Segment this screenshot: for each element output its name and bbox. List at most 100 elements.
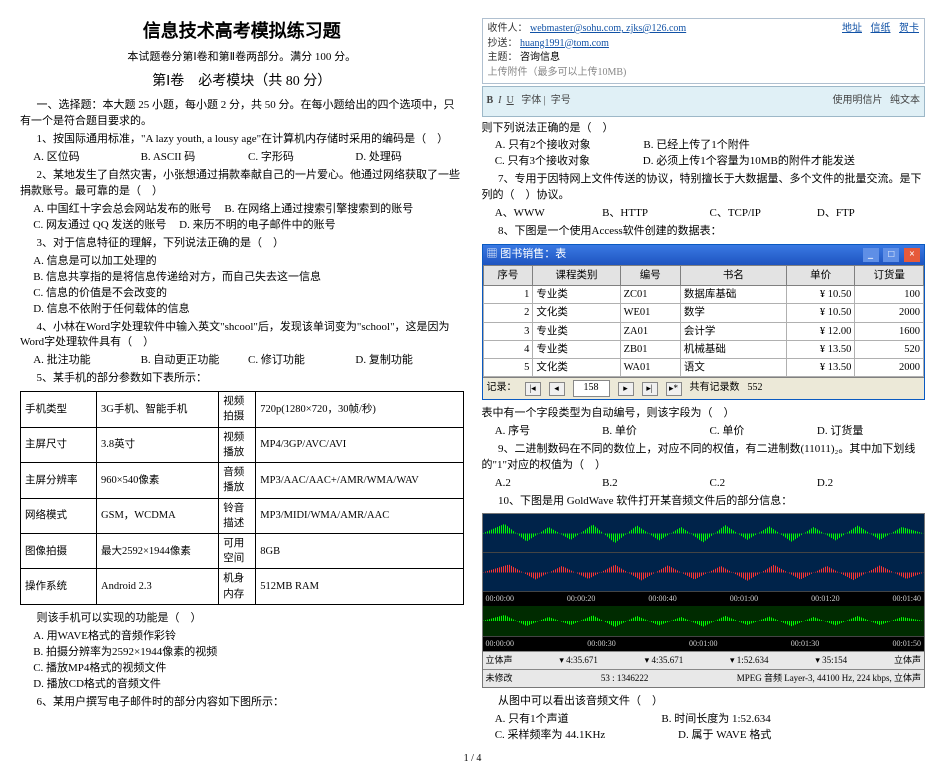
table-row: 2文化类WE01数学¥ 10.502000 (483, 304, 924, 322)
question-7: 7、专用于因特网上文件传送的协议，特别擅长于大数据量、多个文件的批量交流。是下列… (482, 172, 926, 204)
access-statusbar: 记录： |◂ ◂ 158 ▸ ▸| ▸* 共有记录数 552 (483, 377, 925, 399)
q9-opt-a: A.2 (495, 476, 590, 492)
toolbar-underline[interactable]: U (507, 95, 514, 106)
q3-opt-c: C. 信息的价值是不会改变的 (33, 286, 463, 302)
table-icon: ▦ (487, 248, 498, 260)
q6-options: A. 只有2个接收对象 B. 已经上传了1个附件 C. 只有3个接收对象 D. … (482, 138, 926, 170)
email-attach-hint[interactable]: 上传附件（最多可以上传10MB) (488, 66, 920, 81)
q7-opt-b: B、HTTP (602, 206, 697, 222)
q1-opt-a: A. 区位码 (33, 150, 128, 166)
nav-first-icon[interactable]: |◂ (525, 382, 541, 396)
record-count-label: 共有记录数 (690, 381, 740, 396)
email-cc-label: 抄送： (488, 38, 518, 49)
email-link-card[interactable]: 贺卡 (899, 23, 919, 34)
nav-prev-icon[interactable]: ◂ (549, 382, 565, 396)
email-format-toolbar: B I U 字体 | 字号 使用明信片 纯文本 (482, 86, 926, 117)
time-ruler-2: 00:00:0000:00:3000:01:0000:01:3000:01:50 (483, 637, 925, 651)
question-8: 8、下图是一个使用Access软件创建的数据表： (482, 224, 926, 240)
toolbar-bold[interactable]: B (487, 95, 494, 106)
nav-new-icon[interactable]: ▸* (666, 382, 682, 396)
q1-opt-c: C. 字形码 (248, 150, 343, 166)
q2-opt-c: C. 网友通过 QQ 发送的账号 (33, 218, 166, 234)
record-value[interactable]: 158 (573, 380, 610, 397)
question-6: 6、某用户撰写电子邮件时的部分内容如下图所示： (20, 695, 464, 711)
spec-table: 手机类型3G手机、智能手机 视频拍摄720p(1280×720，30帧/秒) 主… (20, 391, 464, 605)
section-heading: 第Ⅰ卷 必考模块（共 80 分） (20, 72, 464, 92)
q4-opt-c: C. 修订功能 (248, 353, 343, 369)
nav-next-icon[interactable]: ▸ (618, 382, 634, 396)
right-column: 收件人： webmaster@sohu.com, zjks@126.com 地址… (482, 18, 926, 744)
q3-options: A. 信息是可以加工处理的 B. 信息共享指的是将信息传递给对方，而自己失去这一… (20, 254, 464, 318)
q3-opt-b: B. 信息共享指的是将信息传递给对方，而自己失去这一信息 (33, 270, 463, 286)
q2-opt-a: A. 中国红十字会总会网站发布的账号 (33, 202, 211, 218)
email-link-paper[interactable]: 信纸 (871, 23, 891, 34)
q8-opt-a: A. 序号 (495, 424, 590, 440)
question-9: 9、二进制数码在不同的数位上，对应不同的权值，有二进制数(11011)₂。其中加… (482, 442, 926, 474)
q7-opt-d: D、FTP (817, 206, 912, 222)
toolbar-postcard[interactable]: 使用明信片 (833, 95, 883, 106)
q4-opt-d: D. 复制功能 (355, 353, 450, 369)
q10-opt-d: D. 属于 WAVE 格式 (678, 728, 771, 744)
q6-opt-d: D. 必须上传1个容量为10MB的附件才能发送 (643, 154, 855, 170)
q7-options: A、WWW B、HTTP C、TCP/IP D、FTP (482, 206, 926, 222)
table-row: 5文化类WA01语文¥ 13.502000 (483, 359, 924, 377)
access-table: 序号 课程类别 编号 书名 单价 订货量 1专业类ZC01数据库基础¥ 10.5… (483, 265, 925, 377)
table-row: 主屏尺寸3.8英寸 视频播放MP4/3GP/AVC/AVI (21, 427, 464, 462)
q2-opt-d: D. 来历不明的电子邮件中的账号 (179, 218, 335, 234)
toolbar-font[interactable]: 字体 (521, 95, 541, 106)
minimize-icon[interactable]: _ (863, 248, 879, 262)
email-cc-value[interactable]: huang1991@tom.com (520, 38, 609, 49)
maximize-icon[interactable]: □ (883, 248, 899, 262)
q6-opt-b: B. 已经上传了1个附件 (643, 138, 749, 154)
table-row: 图像拍摄最大2592×1944像素 可用空间8GB (21, 534, 464, 569)
q9-opt-c: C.2 (710, 476, 805, 492)
table-row: 1专业类ZC01数据库基础¥ 10.50100 (483, 286, 924, 304)
q7-opt-c: C、TCP/IP (710, 206, 805, 222)
toolbar-plaintext[interactable]: 纯文本 (890, 95, 920, 106)
q8-conclude: 表中有一个字段类型为自动编号，则该字段为（ ） (482, 406, 926, 422)
table-row: 手机类型3G手机、智能手机 视频拍摄720p(1280×720，30帧/秒) (21, 392, 464, 427)
q5-conclude: 则该手机可以实现的功能是（ ） (20, 611, 464, 627)
waveform-channel-2 (483, 553, 925, 592)
question-10: 10、下图是用 GoldWave 软件打开某音频文件后的部分信息： (482, 494, 926, 510)
main-title: 信息技术高考模拟练习题 (20, 18, 464, 44)
table-row: 操作系统Android 2.3 机身内存512MB RAM (21, 569, 464, 604)
toolbar-italic[interactable]: I (498, 95, 501, 106)
goldwave-statusbar-1: 立体声 ▾ 4:35.671 ▾ 4:35.671 ▾ 1:52.634 ▾ 3… (483, 651, 925, 669)
q4-options: A. 批注功能 B. 自动更正功能 C. 修订功能 D. 复制功能 (20, 353, 464, 369)
q2-opt-b: B. 在网络上通过搜索引擎搜索到的账号 (224, 202, 413, 218)
left-column: 信息技术高考模拟练习题 本试题卷分第Ⅰ卷和第Ⅱ卷两部分。满分 100 分。 第Ⅰ… (20, 18, 464, 744)
waveform-overview (483, 606, 925, 637)
email-compose-panel: 收件人： webmaster@sohu.com, zjks@126.com 地址… (482, 18, 926, 84)
page-footer: 1 / 4 (20, 752, 925, 766)
email-link-address[interactable]: 地址 (842, 23, 862, 34)
toolbar-size[interactable]: 字号 (551, 95, 571, 106)
table-row: 3专业类ZA01会计学¥ 12.001600 (483, 322, 924, 340)
q3-opt-a: A. 信息是可以加工处理的 (33, 254, 463, 270)
record-label: 记录： (487, 381, 517, 396)
q6-conclude: 则下列说法正确的是（ ） (482, 121, 926, 137)
question-1: 1、按国际通用标准，"A lazy youth, a lousy age"在计算… (20, 132, 464, 148)
question-4: 4、小林在Word字处理软件中输入英文"shcool"后，发现该单词变为"sch… (20, 320, 464, 352)
table-row: 4专业类ZB01机械基础¥ 13.50520 (483, 340, 924, 358)
q4-opt-b: B. 自动更正功能 (141, 353, 236, 369)
q7-opt-a: A、WWW (495, 206, 590, 222)
q8-opt-b: B. 单价 (602, 424, 697, 440)
subtitle: 本试题卷分第Ⅰ卷和第Ⅱ卷两部分。满分 100 分。 (20, 50, 464, 66)
question-3: 3、对于信息特征的理解，下列说法正确的是（ ） (20, 236, 464, 252)
q6-opt-a: A. 只有2个接收对象 (495, 138, 591, 154)
q10-conclude: 从图中可以看出该音频文件（ ） (482, 694, 926, 710)
q5-opt-c: C. 播放MP4格式的视频文件 (33, 661, 463, 677)
question-header: 一、选择题：本大题 25 小题，每小题 2 分，共 50 分。在每小题给出的四个… (20, 98, 464, 130)
q3-opt-d: D. 信息不依附于任何载体的信息 (33, 302, 463, 318)
nav-last-icon[interactable]: ▸| (642, 382, 658, 396)
q1-opt-b: B. ASCII 码 (141, 150, 236, 166)
record-count-value: 552 (748, 381, 763, 396)
q8-options: A. 序号 B. 单价 C. 单价 D. 订货量 (482, 424, 926, 440)
email-subject-value[interactable]: 咨询信息 (520, 52, 560, 63)
email-to-value[interactable]: webmaster@sohu.com, zjks@126.com (530, 23, 686, 34)
table-row: 主屏分辨率960×540像素 音频播放MP3/AAC/AAC+/AMR/WMA/… (21, 463, 464, 498)
q5-options: A. 用WAVE格式的音频作彩铃 B. 拍摄分辨率为2592×1944像素的视频… (20, 629, 464, 693)
close-icon[interactable]: × (904, 248, 920, 262)
q4-opt-a: A. 批注功能 (33, 353, 128, 369)
